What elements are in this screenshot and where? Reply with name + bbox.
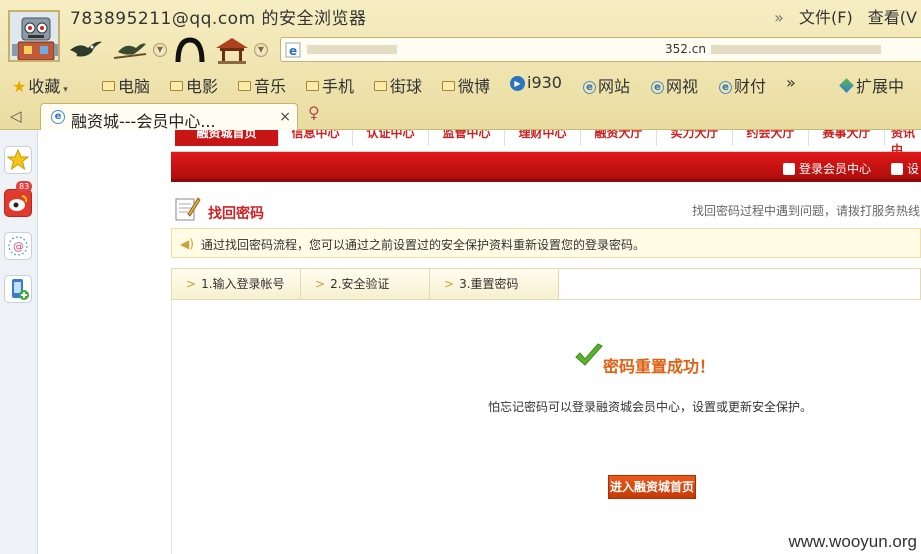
folder-icon [306,81,319,91]
ie-icon: e [719,81,732,94]
fav-more-arrows[interactable]: » [786,73,796,92]
page-title: 找回密码 [208,206,264,222]
settings-icon [891,163,903,175]
url-text: 352.cn [665,42,706,56]
success-message: 密码重置成功！ [603,357,716,376]
step-1: >1.输入登录帐号 [172,269,301,299]
green-check-icon [575,343,603,366]
sidebar-weibo[interactable] [4,189,32,217]
menu-file[interactable]: 文件(F) [799,8,853,27]
address-bar[interactable]: e 352.cn [280,37,921,62]
phone-add-icon [12,279,29,300]
sidebar-mail[interactable]: @ [4,232,32,260]
fav-folder-jieqiu[interactable]: 街球 [374,73,422,97]
nav-strength-hall[interactable]: 实力大厅 [657,130,733,146]
fav-link-wangshi[interactable]: e 网视 [651,73,698,97]
back-arrow-icon[interactable]: ◁ [10,107,22,125]
star-icon: ★ [12,77,27,96]
red-subbar: 登录会员中心 设 [171,152,921,182]
new-tab-pin-icon[interactable]: ♀ [308,103,320,122]
fav-folder-dianying[interactable]: 电影 [170,73,218,97]
browser-sidebar: 83 @ [0,130,38,554]
fav-folder-yinyue[interactable]: 音乐 [238,73,286,97]
notepad-pencil-icon [175,197,201,221]
ie-page-icon: e [285,42,301,58]
robot-avatar[interactable] [8,10,60,62]
weibo-icon [9,195,28,211]
fav-link-wangzhan[interactable]: e 网站 [583,73,630,97]
web-page: 融资城首页 信息中心 认证中心 监管中心 理财中心 融资大厅 实力大厅 约会大厅… [39,130,921,554]
extension-cube-icon [839,78,854,93]
tab-title: 融资城---会员中心... [71,112,216,131]
nav-meeting-hall[interactable]: 约会大厅 [733,130,809,146]
favorites-collect-button[interactable]: ★ 收藏 ▾ [12,73,68,97]
fav-link-caifu[interactable]: e 财付 [719,73,766,97]
folder-icon [102,81,115,91]
extensions-button[interactable]: 扩展中 [839,73,904,97]
skin-dropdown-button-2[interactable]: ▼ [254,43,268,57]
site-nav: 融资城首页 信息中心 认证中心 监管中心 理财中心 融资大厅 实力大厅 约会大厅… [171,130,921,157]
skin-dropdown-button[interactable]: ▼ [153,43,167,57]
weibo-badge-count: 83 [16,181,33,192]
watermark-text: www.wooyun.org [788,532,917,551]
nav-cert[interactable]: 认证中心 [353,130,429,146]
ie-icon: e [583,81,596,94]
url-redacted-tail [711,45,881,54]
menu-more-arrows[interactable]: » [774,8,784,27]
tab-rongzicheng[interactable]: e 融资城---会员中心... × [40,103,298,131]
favorites-bar: ★ 收藏 ▾ 电脑 电影 音乐 手机 街球 微博 ▶ i930 e 网站 e 网视 e财… [0,71,921,97]
nav-event-hall[interactable]: 赛事大厅 [809,130,885,146]
page-title-row: 找回密码 找回密码过程中遇到问题，请拨打服务热线 [171,192,921,226]
notice-text: 通过找回密码流程，您可以通过之前设置过的安全保护资料重新设置您的登录密码。 [201,238,646,252]
nav-news[interactable]: 资讯中 [885,130,921,157]
svg-text:@: @ [13,240,24,253]
sidebar-favorites-star[interactable] [4,146,32,174]
url-redacted-part [307,45,397,54]
pavilion-icon[interactable] [214,36,250,64]
fav-folder-diannao[interactable]: 电脑 [102,73,150,97]
nav-supervise[interactable]: 监管中心 [429,130,505,146]
fav-link-i930[interactable]: ▶ i930 [510,73,562,93]
enter-home-button[interactable]: 进入融资城首页 [608,475,696,499]
step-tabs: >1.输入登录帐号 >2.安全验证 >3.重置密码 [171,268,921,300]
star-icon [6,148,30,171]
at-mail-icon: @ [8,236,28,256]
fav-folder-shouji[interactable]: 手机 [306,73,354,97]
bird-branch-icon[interactable] [112,36,148,64]
nav-finance[interactable]: 理财中心 [505,130,581,146]
arch-icon[interactable] [172,36,208,64]
tab-bar: ◁ e 融资城---会员中心... × ♀ [0,101,921,131]
settings-link[interactable]: 设 [891,160,919,177]
browser-chrome: 783895211@qq.com 的安全浏览器 » 文件(F) 查看(V ▼ ▼… [0,0,921,131]
result-panel: 密码重置成功！ 怕忘记密码可以登录融资城会员中心，设置或更新安全保护。 进入融资… [171,300,921,554]
menu-view[interactable]: 查看(V [868,8,917,27]
step-3: >3.重置密码 [430,269,559,299]
fav-folder-weibo[interactable]: 微博 [442,73,490,97]
svg-text:e: e [289,44,297,58]
security-tip: 怕忘记密码可以登录融资城会员中心，设置或更新安全保护。 [488,400,813,414]
help-hotline-hint: 找回密码过程中遇到问题，请拨打服务热线 [692,204,921,218]
sidebar-mobile[interactable] [4,275,32,303]
speaker-icon: ◀) [180,237,194,251]
swallow-icon[interactable] [68,36,104,64]
notice-bar: ◀) 通过找回密码流程，您可以通过之前设置过的安全保护资料重新设置您的登录密码。 [171,228,921,258]
account-title: 783895211@qq.com 的安全浏览器 [70,9,367,29]
folder-icon [374,81,387,91]
menu-bar: » 文件(F) 查看(V [764,4,917,28]
member-center-link[interactable]: 登录会员中心 [783,160,871,177]
ie-icon: e [51,110,65,124]
nav-home[interactable]: 融资城首页 [175,130,279,146]
ie-icon: e [651,81,664,94]
folder-icon [442,81,455,91]
nav-financing-hall[interactable]: 融资大厅 [581,130,657,146]
step-2: >2.安全验证 [301,269,430,299]
folder-icon [238,81,251,91]
nav-info[interactable]: 信息中心 [279,130,353,146]
folder-icon [170,81,183,91]
user-icon [783,163,795,175]
play-icon: ▶ [510,76,525,91]
tab-close-icon[interactable]: × [279,109,291,125]
